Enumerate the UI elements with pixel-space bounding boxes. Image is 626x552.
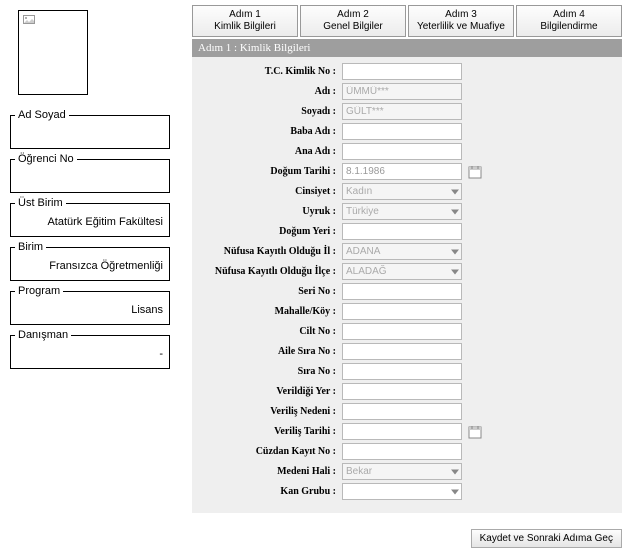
aile-sira-label: Aile Sıra No : [202, 346, 342, 357]
dogum-yeri-input[interactable] [342, 223, 462, 240]
kan-label: Kan Grubu : [202, 486, 342, 497]
sidebar-danisman: Danışman - [10, 335, 170, 369]
step-2[interactable]: Adım 2 Genel Bilgiler [300, 5, 406, 37]
step-line2: Yeterlilik ve Muafiye [411, 21, 511, 33]
tc-input[interactable] [342, 63, 462, 80]
cinsiyet-select[interactable]: Kadın [342, 183, 462, 200]
sidebar-ust-birim: Üst Birim Atatürk Eğitim Fakültesi [10, 203, 170, 237]
medeni-select[interactable]: Bekar [342, 463, 462, 480]
sel-text: ADANA [346, 246, 380, 257]
dogum-tarihi-input[interactable] [342, 163, 462, 180]
kan-select[interactable] [342, 483, 462, 500]
step-line2: Bilgilendirme [519, 21, 619, 33]
calendar-icon[interactable] [468, 425, 482, 439]
baba-label: Baba Adı : [202, 126, 342, 137]
uyruk-select[interactable]: Türkiye [342, 203, 462, 220]
value: Atatürk Eğitim Fakültesi [17, 214, 163, 228]
sidebar-ogrenci-no: Öğrenci No [10, 159, 170, 193]
sel-text: Kadın [346, 186, 372, 197]
seri-input[interactable] [342, 283, 462, 300]
chevron-down-icon [451, 209, 459, 214]
sidebar-ad-soyad: Ad Soyad [10, 115, 170, 149]
aile-sira-input[interactable] [342, 343, 462, 360]
dogum-yeri-label: Doğum Yeri : [202, 226, 342, 237]
medeni-label: Medeni Hali : [202, 466, 342, 477]
form-body: T.C. Kimlik No : Adı : Soyadı : Baba Adı… [192, 57, 622, 513]
tc-label: T.C. Kimlik No : [202, 66, 342, 77]
calendar-icon[interactable] [468, 165, 482, 179]
mahalle-label: Mahalle/Köy : [202, 306, 342, 317]
nufus-il-label: Nüfusa Kayıtlı Olduğu İl : [202, 246, 342, 257]
chevron-down-icon [451, 269, 459, 274]
value: Lisans [17, 302, 163, 316]
soyadi-label: Soyadı : [202, 106, 342, 117]
label: Öğrenci No [15, 153, 77, 165]
step-line1: Adım 3 [411, 9, 511, 21]
nufus-ilce-select[interactable]: ALADAĞ [342, 263, 462, 280]
sidebar-program: Program Lisans [10, 291, 170, 325]
ana-input[interactable] [342, 143, 462, 160]
chevron-down-icon [451, 249, 459, 254]
sel-text: Bekar [346, 466, 372, 477]
verildigi-yer-label: Verildiği Yer : [202, 386, 342, 397]
sira-label: Sıra No : [202, 366, 342, 377]
sira-input[interactable] [342, 363, 462, 380]
step-4[interactable]: Adım 4 Bilgilendirme [516, 5, 622, 37]
chevron-down-icon [451, 469, 459, 474]
adi-label: Adı : [202, 86, 342, 97]
section-title: Adım 1 : Kimlik Bilgileri [192, 39, 622, 57]
save-next-button[interactable]: Kaydet ve Sonraki Adıma Geç [471, 529, 622, 548]
cilt-label: Cilt No : [202, 326, 342, 337]
label: Birim [15, 241, 46, 253]
label: Danışman [15, 329, 71, 341]
nufus-il-select[interactable]: ADANA [342, 243, 462, 260]
seri-label: Seri No : [202, 286, 342, 297]
label: Program [15, 285, 63, 297]
step-3[interactable]: Adım 3 Yeterlilik ve Muafiye [408, 5, 514, 37]
value: - [17, 346, 163, 360]
verildigi-yer-input[interactable] [342, 383, 462, 400]
value [17, 126, 163, 128]
cinsiyet-label: Cinsiyet : [202, 186, 342, 197]
sel-text: Türkiye [346, 206, 379, 217]
chevron-down-icon [451, 189, 459, 194]
step-line1: Adım 2 [303, 9, 403, 21]
cuzdan-label: Cüzdan Kayıt No : [202, 446, 342, 457]
photo-placeholder [18, 10, 88, 95]
label: Üst Birim [15, 197, 66, 209]
step-line2: Kimlik Bilgileri [195, 21, 295, 33]
step-line1: Adım 1 [195, 9, 295, 21]
verilis-tarihi-input[interactable] [342, 423, 462, 440]
step-line2: Genel Bilgiler [303, 21, 403, 33]
sidebar-birim: Birim Fransızca Öğretmenliği [10, 247, 170, 281]
soyadi-input[interactable] [342, 103, 462, 120]
step-line1: Adım 4 [519, 9, 619, 21]
value [17, 170, 163, 172]
verilis-nedeni-input[interactable] [342, 403, 462, 420]
value: Fransızca Öğretmenliği [17, 258, 163, 272]
mahalle-input[interactable] [342, 303, 462, 320]
nufus-ilce-label: Nüfusa Kayıtlı Olduğu İlçe : [202, 266, 342, 277]
cilt-input[interactable] [342, 323, 462, 340]
verilis-tarihi-label: Veriliş Tarihi : [202, 426, 342, 437]
label: Ad Soyad [15, 109, 69, 121]
cuzdan-input[interactable] [342, 443, 462, 460]
verilis-nedeni-label: Veriliş Nedeni : [202, 406, 342, 417]
dogum-tarihi-label: Doğum Tarihi : [202, 166, 342, 177]
step-1[interactable]: Adım 1 Kimlik Bilgileri [192, 5, 298, 37]
chevron-down-icon [451, 489, 459, 494]
wizard-steps: Adım 1 Kimlik Bilgileri Adım 2 Genel Bil… [192, 5, 622, 37]
uyruk-label: Uyruk : [202, 206, 342, 217]
image-icon [23, 15, 35, 27]
ana-label: Ana Adı : [202, 146, 342, 157]
sel-text: ALADAĞ [346, 266, 387, 277]
baba-input[interactable] [342, 123, 462, 140]
adi-input[interactable] [342, 83, 462, 100]
